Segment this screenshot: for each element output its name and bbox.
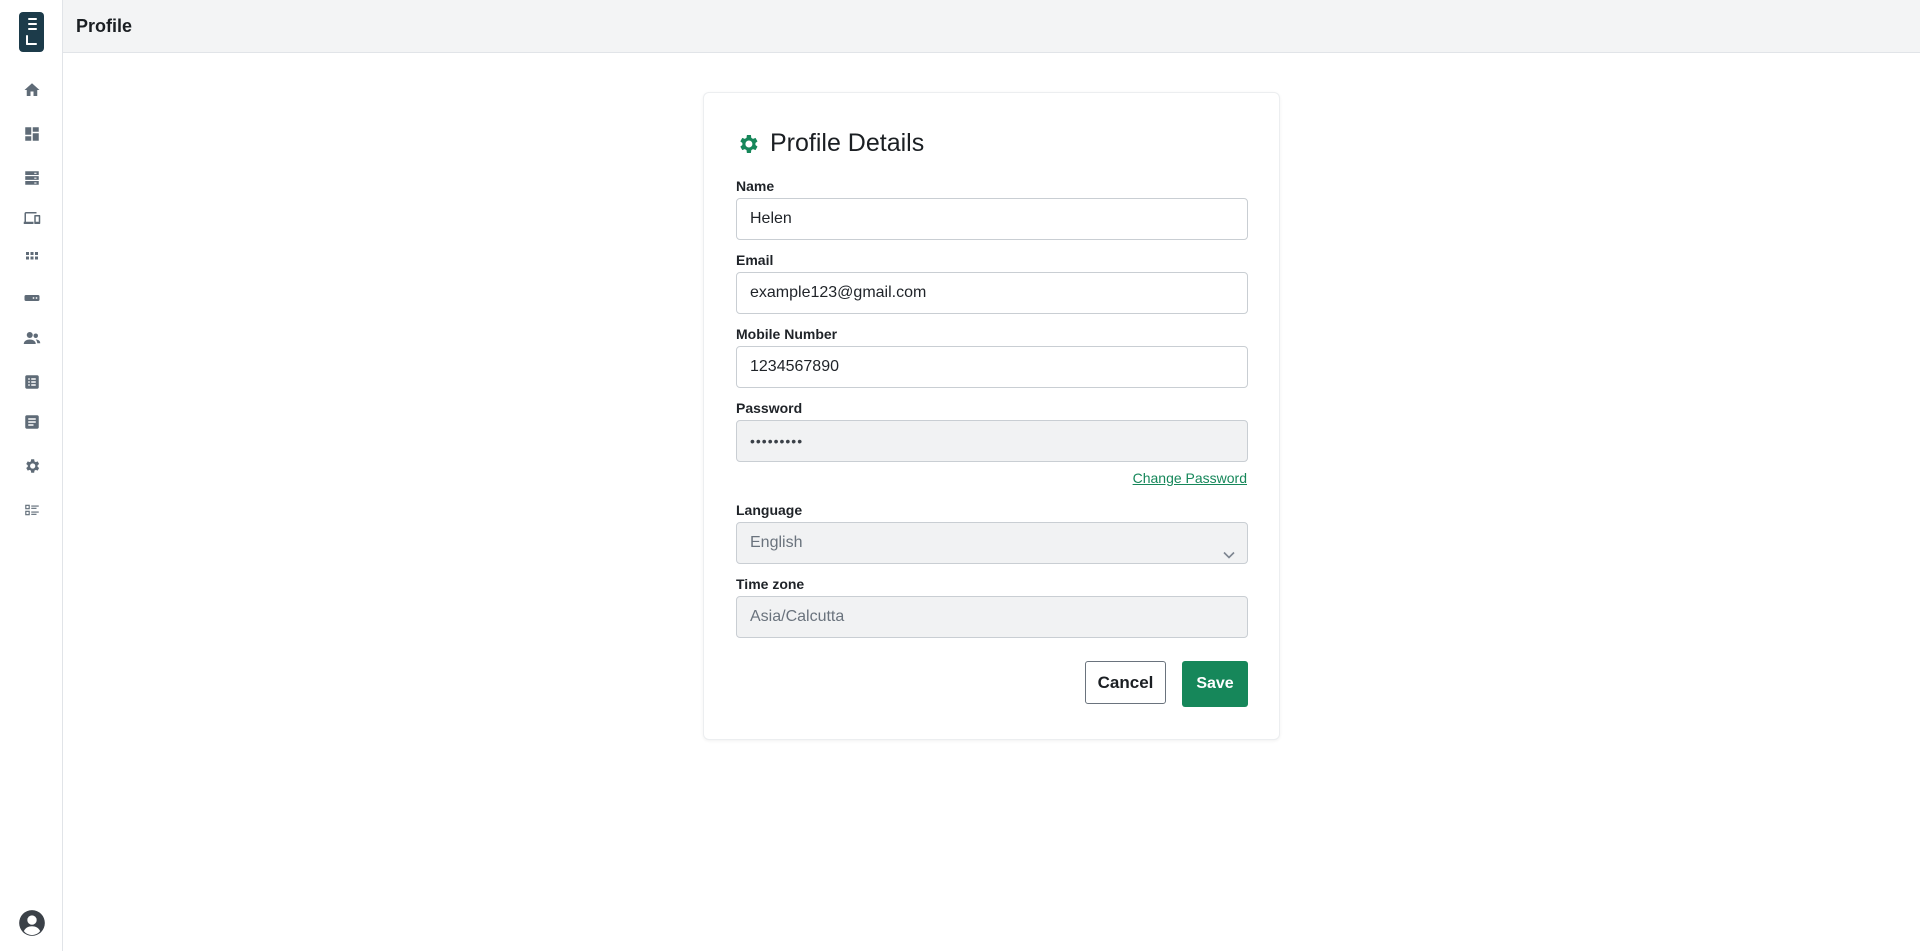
server-icon[interactable]: [19, 165, 45, 191]
app-logo[interactable]: [19, 12, 44, 52]
password-label: Password: [736, 400, 803, 416]
gear-icon: [740, 134, 758, 153]
mobile-number-label: Mobile Number: [736, 326, 838, 342]
chevron-down-icon: [1223, 537, 1235, 559]
name-field[interactable]: Helen: [736, 198, 1248, 240]
document-icon[interactable]: [19, 409, 45, 435]
profile-details-card: Profile Details Name Helen Email example…: [703, 92, 1280, 740]
password-field: •••••••••: [736, 420, 1248, 462]
change-password-link[interactable]: Change Password: [1133, 470, 1247, 486]
email-field[interactable]: example123@gmail.com: [736, 272, 1248, 314]
cancel-button[interactable]: Cancel: [1085, 661, 1166, 704]
card-header: Profile Details: [736, 129, 924, 158]
language-label: Language: [736, 502, 803, 518]
user-circle-icon[interactable]: [18, 909, 46, 937]
list-icon[interactable]: [19, 369, 45, 395]
card-title: Profile Details: [770, 129, 925, 157]
sidebar: [0, 0, 63, 951]
language-select[interactable]: English: [736, 522, 1248, 564]
apps-grid-icon[interactable]: [19, 245, 45, 271]
time-zone-field: Asia/Calcutta: [736, 596, 1248, 638]
checklist-icon[interactable]: [19, 497, 45, 523]
email-label: Email: [736, 252, 774, 268]
language-value: English: [750, 534, 803, 551]
page-title: Profile: [76, 16, 133, 36]
users-icon[interactable]: [19, 325, 45, 351]
mobile-number-field[interactable]: 1234567890: [736, 346, 1248, 388]
ticket-icon[interactable]: [19, 285, 45, 311]
gear-icon[interactable]: [19, 453, 45, 479]
dashboard-icon[interactable]: [19, 121, 45, 147]
home-icon[interactable]: [19, 77, 45, 103]
devices-icon[interactable]: [19, 205, 45, 231]
top-bar: Profile: [63, 0, 1920, 53]
time-zone-label: Time zone: [736, 576, 805, 592]
save-button[interactable]: Save: [1182, 661, 1248, 707]
name-label: Name: [736, 178, 775, 194]
